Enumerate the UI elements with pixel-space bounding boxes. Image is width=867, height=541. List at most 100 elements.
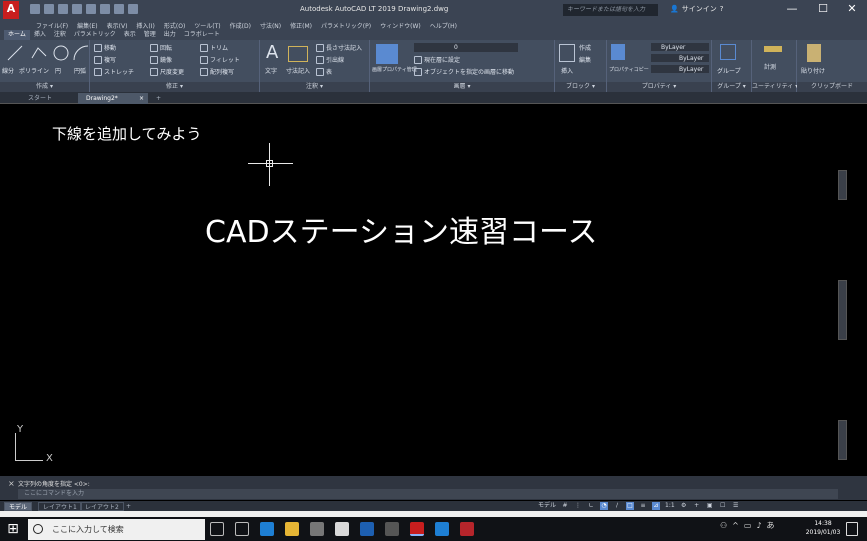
menu-item[interactable]: 編集(E)	[77, 21, 97, 30]
snap-icon[interactable]: ⋮	[574, 502, 582, 510]
close-command-icon[interactable]: ×	[8, 479, 15, 488]
trim-tool[interactable]: トリム	[200, 43, 228, 52]
linear-dim-tool[interactable]: 長さ寸法記入	[316, 43, 362, 52]
clock[interactable]: 14:38 2019/01/03	[800, 519, 846, 537]
layer-match-tool[interactable]: オブジェクトを指定の画層に移動	[414, 67, 514, 76]
menu-item[interactable]: ヘルプ(H)	[430, 21, 457, 30]
dimension-label[interactable]: 寸法記入	[286, 66, 310, 75]
layout2-tab[interactable]: レイアウト2	[80, 502, 124, 511]
group-label[interactable]: グループ	[717, 66, 741, 75]
menu-item[interactable]: パラメトリック(P)	[321, 21, 371, 30]
ribbon-tab[interactable]: パラメトリック	[70, 30, 120, 40]
match-properties-label[interactable]: プロパティコピー	[609, 66, 649, 73]
mail-icon[interactable]	[310, 522, 324, 536]
ribbon-tab[interactable]: コラボレート	[180, 30, 224, 40]
table-tool[interactable]: 表	[316, 67, 332, 76]
redo-icon[interactable]	[128, 4, 138, 14]
stretch-tool[interactable]: ストレッチ	[94, 67, 134, 76]
undo-icon[interactable]	[114, 4, 124, 14]
polar-icon[interactable]: ◔	[600, 502, 609, 510]
drawing-canvas[interactable]	[5, 104, 862, 476]
store-icon[interactable]	[335, 522, 349, 536]
maximize-button[interactable]: ☐	[808, 0, 838, 20]
edit-block-tool[interactable]: 編集	[579, 55, 591, 64]
lineweight-dropdown[interactable]: ByLayer	[651, 65, 709, 73]
menu-item[interactable]: 修正(M)	[290, 21, 312, 30]
menu-item[interactable]: ファイル(F)	[36, 21, 68, 30]
ie-icon[interactable]	[435, 522, 449, 536]
model-space-toggle[interactable]: モデル	[538, 502, 556, 510]
annotation-add-icon[interactable]: +	[693, 502, 701, 510]
line-icon[interactable]	[6, 44, 24, 62]
arc-icon[interactable]	[72, 44, 90, 62]
workspace-gear-icon[interactable]: ⚙	[680, 502, 688, 510]
help-icon[interactable]: ?	[720, 5, 724, 13]
line-label[interactable]: 線分	[2, 66, 14, 75]
microphone-icon[interactable]	[210, 522, 224, 536]
paste-label[interactable]: 貼り付け	[801, 66, 825, 75]
move-tool[interactable]: 移動	[94, 43, 116, 52]
osnap-icon[interactable]: □	[626, 502, 635, 510]
plot-icon[interactable]	[100, 4, 110, 14]
save-as-icon[interactable]	[72, 4, 82, 14]
ortho-icon[interactable]: ∟	[587, 502, 595, 510]
block-panel-title[interactable]: ブロック ▾	[555, 82, 606, 92]
people-icon[interactable]: ⚇	[720, 521, 727, 530]
rotate-tool[interactable]: 回転	[150, 43, 172, 52]
copy-tool[interactable]: 複写	[94, 55, 116, 64]
palette-bar-1[interactable]	[838, 170, 847, 200]
edge-icon[interactable]	[260, 522, 274, 536]
insert-block-icon[interactable]	[559, 44, 575, 62]
create-block-tool[interactable]: 作成	[579, 43, 591, 52]
draw-panel-title[interactable]: 作成 ▾	[0, 82, 89, 92]
app-icon[interactable]	[360, 522, 374, 536]
layer-properties-label[interactable]: 画層プロパティ管理	[372, 66, 417, 73]
media-icon[interactable]	[385, 522, 399, 536]
model-layout-tab[interactable]: モデル	[4, 502, 33, 511]
isodraft-icon[interactable]: ∕	[613, 502, 621, 510]
measure-icon[interactable]	[764, 46, 782, 52]
ribbon-tab[interactable]: 挿入	[30, 30, 50, 40]
menu-item[interactable]: 作成(D)	[230, 21, 251, 30]
fillet-tool[interactable]: フィレット	[200, 55, 240, 64]
grid-icon[interactable]: #	[561, 502, 569, 510]
command-input[interactable]: ここにコマンドを入力	[18, 489, 838, 499]
menu-item[interactable]: 表示(V)	[107, 21, 128, 30]
clean-screen-icon[interactable]: ☐	[719, 502, 727, 510]
autocad-lt-taskbar-icon[interactable]	[460, 522, 474, 536]
annotation-scale[interactable]: 1:1	[665, 502, 675, 510]
layout1-tab[interactable]: レイアウト1	[38, 502, 82, 511]
menu-item[interactable]: 寸法(N)	[260, 21, 281, 30]
task-view-icon[interactable]	[235, 522, 249, 536]
layer-dropdown[interactable]: 0	[414, 43, 518, 52]
ribbon-tab[interactable]: 表示	[120, 30, 140, 40]
palette-bar-2[interactable]	[838, 280, 847, 340]
set-current-tool[interactable]: 現在層に設定	[414, 55, 460, 64]
groups-panel-title[interactable]: グループ ▾	[712, 82, 751, 92]
polyline-icon[interactable]	[30, 44, 48, 62]
hardware-accel-icon[interactable]: ▣	[706, 502, 714, 510]
text-icon[interactable]: A	[266, 42, 278, 63]
add-layout-button[interactable]: +	[122, 502, 135, 511]
measure-label[interactable]: 計測	[764, 62, 776, 71]
drawing-tab[interactable]: Drawing2* ×	[78, 93, 148, 104]
new-icon[interactable]	[30, 4, 40, 14]
array-tool[interactable]: 配列複写	[200, 67, 234, 76]
utilities-panel-title[interactable]: ユーティリティ ▾	[752, 82, 798, 92]
menu-item[interactable]: 挿入(I)	[136, 21, 154, 30]
dimension-icon[interactable]	[288, 46, 308, 62]
annotation-panel-title[interactable]: 注釈 ▾	[260, 82, 369, 92]
modify-panel-title[interactable]: 修正 ▾	[90, 82, 259, 92]
menu-item[interactable]: ウィンドウ(W)	[380, 21, 421, 30]
search-input[interactable]: キーワードまたは語句を入力	[563, 4, 658, 16]
minimize-button[interactable]: —	[777, 0, 807, 20]
text-label[interactable]: 文字	[265, 66, 277, 75]
drawing-text-object[interactable]: CADステーション速習コース	[205, 207, 597, 251]
mirror-tool[interactable]: 鏡像	[150, 55, 172, 64]
autocad-taskbar-icon[interactable]	[410, 522, 424, 536]
paste-icon[interactable]	[807, 44, 821, 62]
new-tab-button[interactable]: +	[148, 93, 169, 104]
ribbon-tab[interactable]: 出力	[160, 30, 180, 40]
color-dropdown[interactable]: ByLayer	[651, 43, 709, 51]
signin-area[interactable]: 👤 サインイン ?	[670, 4, 723, 14]
